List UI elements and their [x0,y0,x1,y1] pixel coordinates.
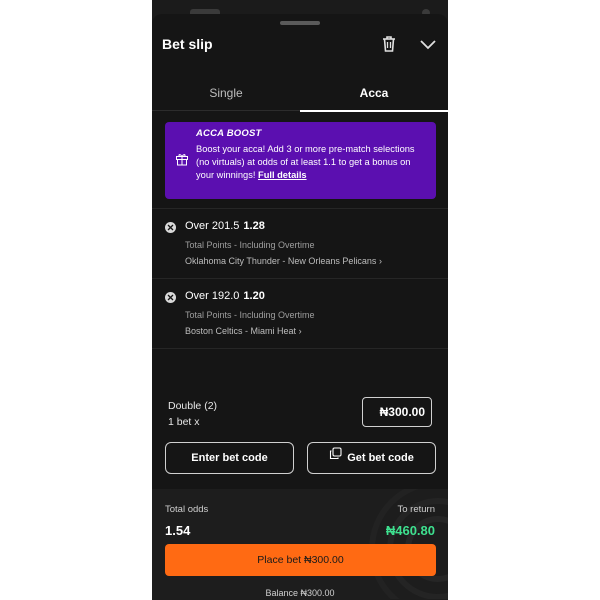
selection-market: Total Points - Including Overtime [185,240,315,250]
acca-boost-banner: ACCA BOOST Boost your acca! Add 3 or mor… [165,122,436,199]
selection-market: Total Points - Including Overtime [185,310,315,320]
chevron-right-icon: › [378,256,382,266]
bet-type-label: Double (2) [168,400,218,412]
get-bet-code-label: Get bet code [347,452,414,464]
remove-selection-icon[interactable] [165,292,176,303]
stake-area: Double (2) 1 bet x ₦300.00 Enter bet cod… [152,389,448,489]
balance-text: Balance ₦300.00 [265,588,335,598]
selection-match-link[interactable]: Boston Celtics - Miami Heat › [185,326,302,336]
selection-item: Over 192.0 1.20 Total Points - Including … [152,279,448,349]
boost-description: Boost your acca! Add 3 or more pre-match… [196,143,430,182]
sheet-title: Bet slip [162,36,213,52]
to-return-label: To return [397,504,436,515]
selection-match: Oklahoma City Thunder - New Orleans Peli… [185,256,377,266]
remove-selection-icon[interactable] [165,222,176,233]
bet-type-tabs: Single Acca [152,80,448,112]
selection-header: Over 201.5 1.28 [185,220,265,232]
copy-icon [329,442,342,472]
tab-acca[interactable]: Acca [300,80,448,112]
to-return-value: ₦460.80 [385,523,435,538]
selection-pick: Over 192.0 [185,290,240,302]
selection-odds: 1.28 [243,220,265,232]
selection-pick: Over 201.5 [185,220,240,232]
stake-input[interactable]: ₦300.00 [362,397,432,427]
full-details-link[interactable]: Full details [258,170,307,180]
total-odds-value: 1.54 [165,523,191,538]
place-bet-button[interactable]: Place bet ₦300.00 [165,544,436,576]
trash-icon[interactable] [380,34,398,54]
selection-odds: 1.20 [243,290,265,302]
enter-bet-code-button[interactable]: Enter bet code [165,442,294,474]
bet-summary-footer: Total odds 1.54 To return ₦460.80 Place … [152,489,448,600]
tab-single[interactable]: Single [152,80,300,111]
sheet-header: Bet slip [152,32,448,58]
bet-count-label: 1 bet x [168,416,200,428]
bet-slip-sheet: Bet slip Single Acca ACCA BOOST Boost yo… [152,14,448,600]
boost-title: ACCA BOOST [196,128,262,139]
selection-header: Over 192.0 1.20 [185,290,265,302]
divider [152,348,448,349]
total-odds-label: Total odds [165,504,209,515]
phone-screen: ‹ Bet slip Single Acca [152,0,448,600]
get-bet-code-button[interactable]: Get bet code [307,442,436,474]
chevron-right-icon: › [298,326,302,336]
drag-handle[interactable] [280,21,320,25]
selection-match-link[interactable]: Oklahoma City Thunder - New Orleans Peli… [185,256,382,266]
selection-item: Over 201.5 1.28 Total Points - Including … [152,209,448,279]
chevron-down-icon[interactable] [418,34,438,54]
gift-icon [175,152,189,166]
selection-match: Boston Celtics - Miami Heat [185,326,297,336]
